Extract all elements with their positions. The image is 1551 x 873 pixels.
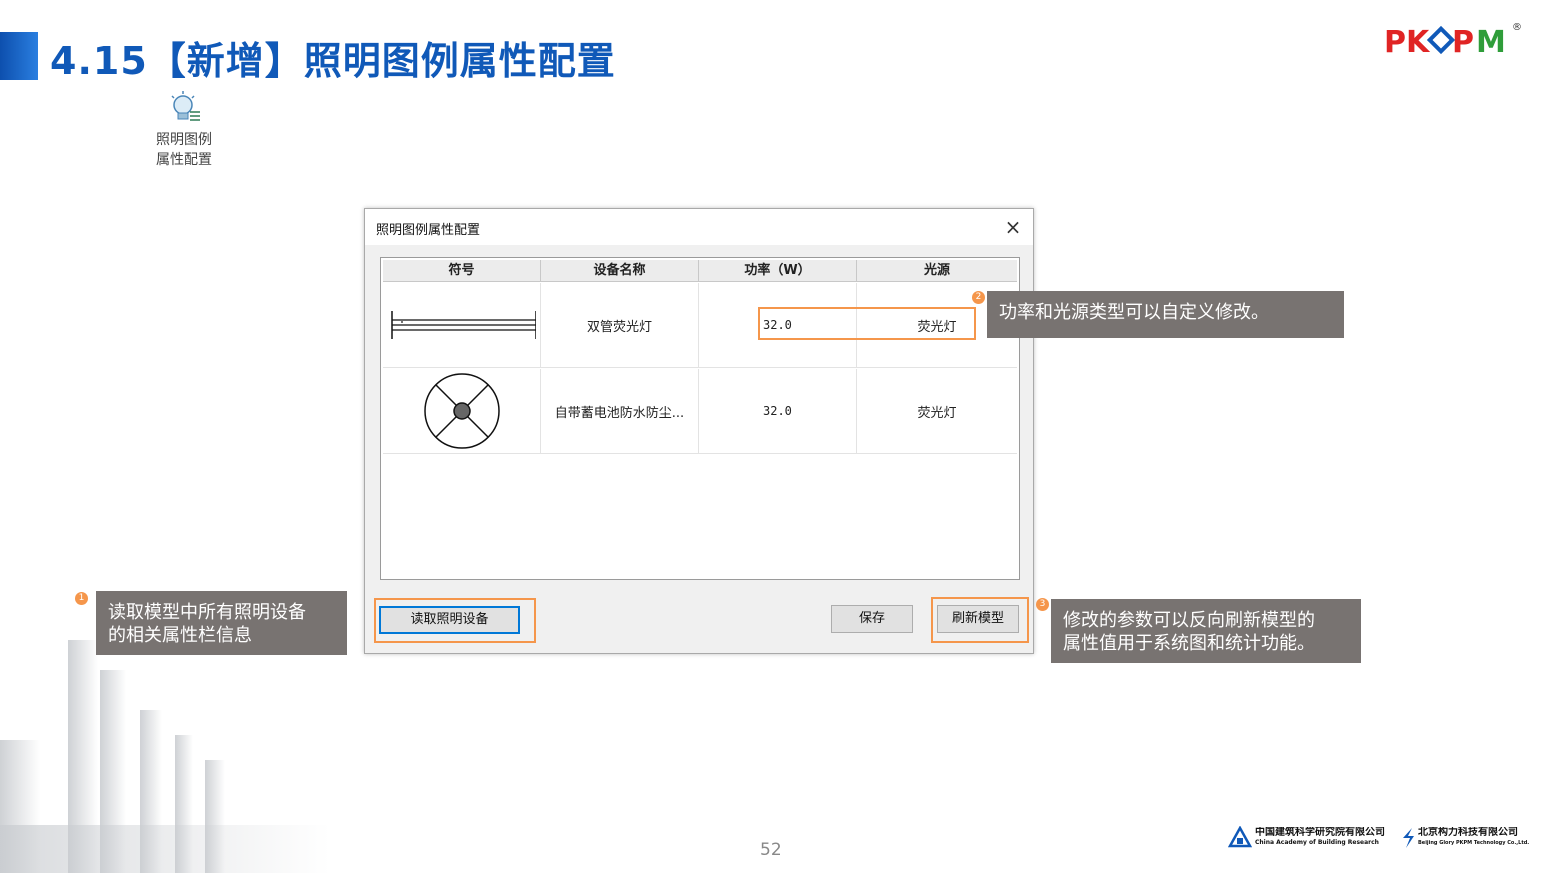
symbol-cell <box>383 283 541 367</box>
org2-name-en: Beijing Glory PKPM Technology Co.,Ltd. <box>1418 840 1530 846</box>
org1-name-cn: 中国建筑科学研究院有限公司 <box>1255 827 1385 838</box>
column-header-device-name[interactable]: 设备名称 <box>541 260 699 281</box>
column-header-symbol[interactable]: 符号 <box>383 260 541 281</box>
callout-1-line2: 的相关属性栏信息 <box>108 625 252 646</box>
device-name-cell[interactable]: 自带蓄电池防水防尘... <box>541 369 699 453</box>
highlight-refresh-button <box>931 597 1029 643</box>
callout-custom-edit: 功率和光源类型可以自定义修改。 <box>987 291 1344 338</box>
double-tube-fluorescent-symbol <box>390 311 536 339</box>
highlight-editable-fields <box>758 307 976 340</box>
callout-marker-1: 1 <box>75 592 88 605</box>
page-number: 52 <box>760 840 782 860</box>
callout-refresh-model: 修改的参数可以反向刷新模型的 属性值用于系统图和统计功能。 <box>1051 599 1361 663</box>
symbol-cell <box>383 369 541 453</box>
callout-marker-2: 2 <box>972 291 985 304</box>
svg-text:M: M <box>1476 25 1505 58</box>
lightbulb-settings-icon <box>171 91 200 121</box>
save-button[interactable]: 保存 <box>831 605 913 633</box>
power-cell[interactable]: 32.0 <box>699 369 857 453</box>
org1-block: 中国建筑科学研究院有限公司 China Academy of Building … <box>1255 827 1395 847</box>
lighting-legend-config-dialog: 照明图例属性配置 × 符号 设备名称 功率（W） 光源 双管荧光灯 32.0 荧… <box>364 208 1034 654</box>
table-row[interactable]: 自带蓄电池防水防尘... 32.0 荧光灯 <box>383 369 1017 454</box>
svg-text:K: K <box>1406 25 1431 58</box>
light-source-cell[interactable]: 荧光灯 <box>857 369 1017 453</box>
callout-3-line1: 修改的参数可以反向刷新模型的 <box>1063 610 1315 631</box>
org2-block: 北京构力科技有限公司 Beijing Glory PKPM Technology… <box>1418 827 1540 847</box>
registered-mark: ® <box>1512 22 1522 33</box>
waterproof-lamp-symbol <box>423 373 500 449</box>
dialog-titlebar[interactable]: 照明图例属性配置 × <box>365 209 1033 245</box>
device-name-cell[interactable]: 双管荧光灯 <box>541 283 699 367</box>
callout-marker-3: 3 <box>1036 598 1049 611</box>
callout-1-line1: 读取模型中所有照明设备 <box>108 602 306 623</box>
org1-name-en: China Academy of Building Research <box>1255 839 1379 846</box>
title-accent-bar <box>0 32 38 80</box>
column-header-power[interactable]: 功率（W） <box>699 260 857 281</box>
footer-org-logos: 中国建筑科学研究院有限公司 China Academy of Building … <box>1228 824 1540 854</box>
pkpm-logo: P K P M ® <box>1384 22 1524 60</box>
org2-name-cn: 北京构力科技有限公司 <box>1418 827 1518 838</box>
ribbon-lighting-legend-config-button[interactable]: 照明图例 属性配置 <box>150 90 218 170</box>
dialog-title: 照明图例属性配置 <box>376 223 481 238</box>
pkpm-logo-icon: P K P M <box>1384 25 1506 60</box>
ribbon-label-line1: 照明图例 <box>156 132 212 148</box>
svg-text:P: P <box>1452 25 1473 58</box>
svg-text:P: P <box>1384 25 1405 58</box>
close-icon[interactable]: × <box>1001 215 1025 239</box>
cabr-logo-icon <box>1228 826 1252 848</box>
callout-read-devices: 读取模型中所有照明设备 的相关属性栏信息 <box>96 591 347 655</box>
legend-property-grid: 符号 设备名称 功率（W） 光源 双管荧光灯 32.0 荧光灯 自带蓄电池防水防… <box>380 257 1020 580</box>
highlight-read-button <box>374 598 536 643</box>
ribbon-label-line2: 属性配置 <box>156 152 212 168</box>
column-header-light-source[interactable]: 光源 <box>857 260 1017 281</box>
pkpm-org-logo-icon <box>1403 828 1414 848</box>
callout-3-line2: 属性值用于系统图和统计功能。 <box>1063 633 1315 654</box>
callout-2-line1: 功率和光源类型可以自定义修改。 <box>999 302 1269 323</box>
slide-title: 4.15【新增】照明图例属性配置 <box>50 39 616 83</box>
grid-header: 符号 设备名称 功率（W） 光源 <box>383 260 1017 282</box>
